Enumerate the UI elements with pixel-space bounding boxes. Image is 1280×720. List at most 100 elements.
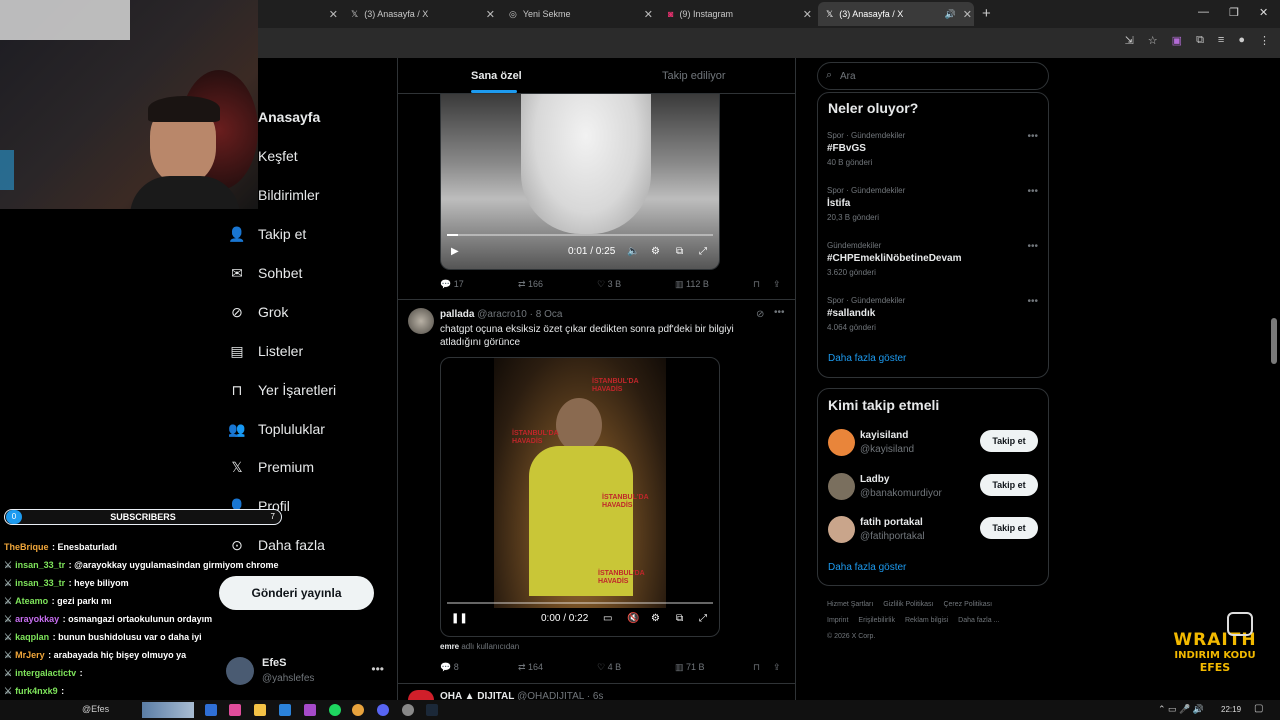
video-player-2[interactable]: İSTANBUL'DA HAVADİS İSTANBUL'DA HAVADİS … [440,357,720,637]
author-handle[interactable]: @aracro10 [477,309,527,320]
share-icon[interactable]: ⇪ [773,279,781,290]
more-dots-icon[interactable]: ••• [1027,186,1038,197]
attribution-user[interactable]: emre [440,642,459,651]
follow-button[interactable]: Takip et [980,517,1038,539]
show-more-who-link[interactable]: Daha fazla göster [828,562,906,573]
footer-link[interactable]: Erişilebilirlik [858,617,895,624]
browser-tab-5-active[interactable]: 𝕏 (3) Anasayfa / X 🔊 ✕ [818,2,974,26]
who-to-follow-item[interactable]: kayisiland @kayisiland Takip et [828,428,1040,458]
steam-icon[interactable] [426,704,438,716]
tab-for-you[interactable]: Sana özel [471,70,522,82]
trend-item[interactable]: Spor · Gündemdekiler İstifa 20,3 B gönderi… [827,186,1042,222]
play-icon[interactable]: ▶ [451,246,459,257]
show-more-trends-link[interactable]: Daha fazla göster [828,353,906,364]
video-player-1[interactable]: ▶ 0:01 / 0:25 🔈 ⚙ ⧉ ⤢ [440,94,720,270]
mute-icon[interactable]: 🔇 [627,613,639,624]
taskbar-search[interactable]: @Efes [82,704,109,714]
chrome-icon[interactable] [352,704,364,716]
user-name[interactable]: Ladby [860,474,889,485]
settings-icon[interactable]: ⚙ [651,246,660,257]
app-icon[interactable] [304,704,316,716]
pause-icon[interactable]: ❚❚ [451,613,468,624]
trend-item[interactable]: Spor · Gündemdekiler #sallandık 4.064 gönd… [827,296,1042,332]
author-name[interactable]: pallada [440,309,474,320]
footer-link[interactable]: Hizmet Şartları [827,601,873,608]
browser-tab-4[interactable]: ◙ (9) Instagram ✕ [660,4,814,24]
nav-item-3[interactable]: Bildirimler [258,184,319,206]
bookmark-icon[interactable]: ⊓ [753,279,760,290]
app-icon[interactable] [229,704,241,716]
user-name[interactable]: fatih portakal [860,517,923,528]
user-name[interactable]: kayisiland [860,430,908,441]
share-icon[interactable]: ⇪ [773,662,781,673]
nav-item-9[interactable]: 👥 Topluluklar [228,418,325,440]
close-tab-icon[interactable]: ✕ [329,8,338,21]
nav-item-4[interactable]: 👤 Takip et [228,223,306,245]
fullscreen-icon[interactable]: ⤢ [699,613,707,624]
tweet-date[interactable]: · 8 Oca [530,309,563,320]
close-tab-icon[interactable]: ✕ [963,8,972,21]
nav-item-6[interactable]: ⊘ Grok [228,301,288,323]
grok-icon[interactable]: ⊘ [756,309,764,320]
captions-icon[interactable]: ▭ [603,613,612,624]
taskbar-thumbnail[interactable] [142,702,194,718]
avatar[interactable] [408,308,434,334]
avatar[interactable] [828,516,855,543]
pip-icon[interactable]: ⧉ [676,613,683,624]
restore-icon[interactable]: ❐ [1229,6,1239,19]
nav-item-8[interactable]: ⊓ Yer İşaretleri [228,379,337,401]
settings-icon[interactable]: ⚙ [651,613,660,624]
fullscreen-icon[interactable]: ⤢ [699,246,707,257]
like-button[interactable]: ♡ 4 B [597,662,621,673]
nav-item-10[interactable]: 𝕏 Premium [228,456,314,478]
tab-following[interactable]: Takip ediliyor [662,70,726,82]
trend-item[interactable]: Spor · Gündemdekiler #FBvGS 40 B gönderi ••… [827,131,1042,167]
tray-icons[interactable]: ⌃ ▭ 🎤 🔊 [1158,704,1204,715]
views-button[interactable]: ▥ 71 B [675,662,705,673]
repost-button[interactable]: ⇄ 166 [518,279,543,290]
notification-icon[interactable]: ▢ [1254,703,1263,714]
trend-item[interactable]: Gündemdekiler #CHPEmekliNöbetineDevam 3.62… [827,241,1042,277]
media-icon[interactable]: ≡ [1218,34,1224,47]
footer-link[interactable]: Gizlilik Politikası [883,601,933,608]
close-tab-icon[interactable]: ✕ [644,8,653,21]
more-dots-icon[interactable]: ••• [1027,241,1038,252]
more-dots-icon[interactable]: ••• [371,662,384,676]
more-dots-icon[interactable]: ••• [1027,131,1038,142]
avatar[interactable] [408,690,434,700]
folder-icon[interactable] [254,704,266,716]
browser-tab-1[interactable]: ✕ [258,4,340,24]
puzzle-icon[interactable]: ⧉ [1196,34,1204,47]
bookmark-icon[interactable]: ⊓ [753,662,760,673]
views-button[interactable]: ▥ 112 B [675,279,709,290]
profile-icon[interactable]: ● [1238,34,1245,47]
close-window-icon[interactable]: ✕ [1259,6,1268,19]
repost-button[interactable]: ⇄ 164 [518,662,543,673]
edge-icon[interactable] [205,704,217,716]
pip-icon[interactable]: ⧉ [676,246,683,257]
who-to-follow-item[interactable]: fatih portakal @fatihportakal Takip et [828,515,1040,545]
browser-tab-3[interactable]: ◎ Yeni Sekme ✕ [501,4,655,24]
extension-icon[interactable]: ▣ [1172,34,1182,47]
clock[interactable]: 22:19 [1221,705,1241,714]
spotify-icon[interactable] [329,704,341,716]
footer-link[interactable]: Daha fazla ... [958,617,999,624]
follow-button[interactable]: Takip et [980,430,1038,452]
obs-icon[interactable] [402,704,414,716]
more-dots-icon[interactable]: ••• [1027,296,1038,307]
nav-item-5[interactable]: ✉ Sohbet [228,262,302,284]
nav-item-1[interactable]: Anasayfa [258,106,320,128]
search-input[interactable]: ⌕ Ara [817,62,1049,90]
browser-tab-2[interactable]: 𝕏 (3) Anasayfa / X ✕ [343,4,497,24]
who-to-follow-item[interactable]: Ladby @banakomurdiyor Takip et [828,472,1040,502]
minimize-icon[interactable]: — [1198,6,1209,18]
page-scrollbar[interactable] [1271,318,1277,364]
footer-link[interactable]: Çerez Politikası [943,601,992,608]
more-dots-icon[interactable]: ••• [774,307,785,318]
reply-button[interactable]: 💬 17 [440,279,464,290]
new-tab-button[interactable]: + [982,5,991,22]
like-button[interactable]: ♡ 3 B [597,279,621,290]
speaker-icon[interactable]: 🔊 [945,9,956,20]
app-icon[interactable] [279,704,291,716]
footer-link[interactable]: Reklam bilgisi [905,617,948,624]
